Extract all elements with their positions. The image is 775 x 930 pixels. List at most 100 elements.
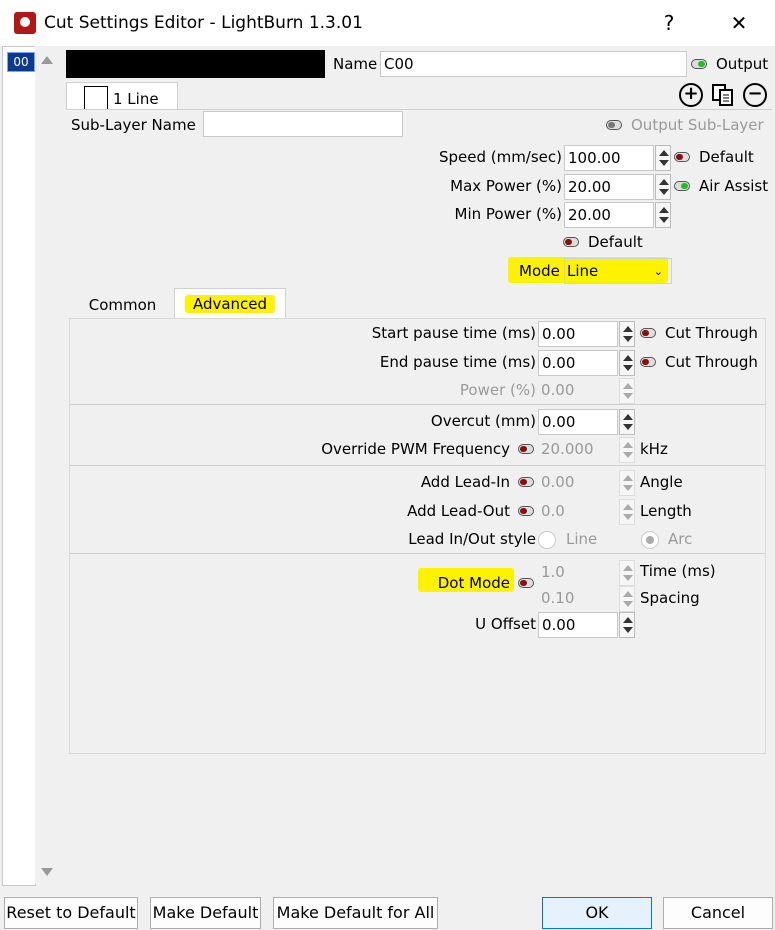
tab-advanced-label: Advanced — [184, 295, 276, 313]
pwm-stepper[interactable] — [619, 437, 635, 463]
speed-label: Speed (mm/sec) — [438, 148, 562, 166]
name-label: Name — [333, 55, 378, 73]
lead-style-arc-label: Arc — [668, 530, 693, 548]
copy-sublayer-icon[interactable] — [711, 83, 735, 107]
lead-out-input[interactable]: 0.0 — [538, 499, 618, 525]
chevron-down-icon: ⌄ — [653, 265, 663, 278]
sublayer-name-label: Sub-Layer Name — [71, 116, 196, 134]
lightburn-logo-icon — [14, 12, 36, 34]
start-pause-label: Start pause time (ms) — [371, 324, 536, 342]
lead-in-stepper[interactable] — [619, 470, 635, 496]
dot-spacing-stepper[interactable] — [619, 586, 635, 612]
layer-tag[interactable]: 00 — [7, 52, 35, 72]
dot-time-unit: Time (ms) — [640, 562, 716, 580]
reset-to-default-button[interactable]: Reset to Default — [4, 897, 138, 929]
ok-button[interactable]: OK — [542, 897, 652, 929]
end-cut-through-label: Cut Through — [665, 353, 758, 371]
overcut-stepper[interactable] — [619, 409, 635, 435]
mode-value: Line — [567, 262, 599, 280]
air-assist-label: Air Assist — [699, 177, 769, 195]
lead-style-arc-radio[interactable] — [641, 531, 659, 549]
overcut-input[interactable]: 0.00 — [538, 409, 618, 435]
lead-out-label: Add Lead-Out — [407, 502, 510, 520]
scroll-up-icon[interactable] — [41, 56, 53, 64]
end-pause-stepper[interactable] — [619, 350, 635, 376]
lead-in-label: Add Lead-In — [420, 473, 510, 491]
lead-out-toggle[interactable] — [518, 506, 534, 516]
mode-label: Mode — [519, 262, 560, 280]
make-default-button[interactable]: Make Default — [150, 897, 261, 929]
dot-mode-label: Dot Mode — [437, 574, 510, 592]
power-label: Power (%) — [459, 381, 536, 399]
lead-in-unit: Angle — [640, 473, 683, 491]
divider — [70, 465, 765, 466]
dot-time-input[interactable]: 1.0 — [538, 560, 618, 586]
start-pause-stepper[interactable] — [619, 321, 635, 347]
min-power-input[interactable]: 20.00 — [564, 202, 654, 228]
start-pause-input[interactable]: 0.00 — [538, 321, 618, 347]
help-button[interactable]: ? — [651, 8, 687, 38]
speed-stepper[interactable] — [655, 145, 671, 171]
end-cut-through-toggle[interactable] — [640, 357, 656, 367]
lead-in-toggle[interactable] — [518, 477, 534, 487]
pwm-toggle[interactable] — [518, 444, 534, 454]
max-power-label: Max Power (%) — [450, 177, 562, 195]
lead-out-stepper[interactable] — [619, 499, 635, 525]
make-default-for-all-button[interactable]: Make Default for All — [273, 897, 438, 929]
power-input[interactable]: 0.00 — [538, 378, 618, 404]
layer-list[interactable] — [2, 46, 36, 886]
output-sublayer-toggle[interactable] — [606, 120, 622, 130]
speed-default-label: Default — [699, 148, 754, 166]
overcut-label: Overcut (mm) — [430, 412, 536, 430]
air-assist-toggle[interactable] — [674, 181, 690, 191]
divider — [70, 404, 765, 405]
default-label: Default — [588, 233, 643, 251]
pwm-unit: kHz — [640, 440, 668, 458]
default-toggle[interactable] — [563, 237, 579, 247]
dot-spacing-input[interactable]: 0.10 — [538, 586, 618, 612]
mode-select[interactable]: Line ⌄ — [564, 258, 672, 284]
tab-common[interactable]: Common — [71, 290, 174, 320]
sublayer-checkbox[interactable] — [84, 86, 108, 110]
cancel-button[interactable]: Cancel — [663, 897, 773, 929]
speed-default-toggle[interactable] — [674, 152, 690, 162]
pwm-label: Override PWM Frequency — [321, 440, 510, 458]
output-label: Output — [716, 55, 769, 73]
u-offset-stepper[interactable] — [619, 612, 635, 638]
power-stepper[interactable] — [619, 378, 635, 404]
lead-style-line-radio[interactable] — [538, 531, 556, 549]
u-offset-input[interactable]: 0.00 — [538, 612, 618, 638]
start-cut-through-label: Cut Through — [665, 324, 758, 342]
divider — [70, 553, 765, 554]
dot-mode-toggle[interactable] — [518, 578, 534, 588]
divider — [66, 109, 772, 110]
lead-in-input[interactable]: 0.00 — [538, 470, 618, 496]
end-pause-label: End pause time (ms) — [379, 353, 536, 371]
lead-style-line-label: Line — [566, 530, 598, 548]
scroll-down-icon[interactable] — [41, 868, 53, 876]
lead-out-unit: Length — [640, 502, 692, 520]
remove-sublayer-icon[interactable]: − — [743, 83, 767, 107]
min-power-label: Min Power (%) — [454, 205, 562, 223]
close-button[interactable]: ✕ — [721, 8, 757, 38]
u-offset-label: U Offset — [475, 615, 536, 633]
tab-advanced[interactable]: Advanced — [174, 288, 286, 318]
start-cut-through-toggle[interactable] — [640, 328, 656, 338]
end-pause-input[interactable]: 0.00 — [538, 350, 618, 376]
speed-input[interactable]: 100.00 — [564, 145, 654, 171]
output-sublayer-label: Output Sub-Layer — [631, 116, 764, 134]
dot-time-stepper[interactable] — [619, 560, 635, 586]
dot-spacing-unit: Spacing — [640, 589, 700, 607]
layer-color-bar[interactable] — [66, 50, 325, 78]
min-power-stepper[interactable] — [655, 202, 671, 228]
max-power-stepper[interactable] — [655, 174, 671, 200]
sublayer-name-input[interactable] — [203, 111, 403, 137]
window-title: Cut Settings Editor - LightBurn 1.3.01 — [44, 13, 363, 33]
max-power-input[interactable]: 20.00 — [564, 174, 654, 200]
output-toggle[interactable] — [691, 59, 707, 69]
lead-style-label: Lead In/Out style — [408, 530, 536, 548]
layer-list-scrollbar[interactable] — [35, 46, 59, 884]
add-sublayer-icon[interactable]: + — [679, 83, 703, 107]
name-input[interactable]: C00 — [380, 51, 687, 77]
pwm-input[interactable]: 20.000 — [538, 437, 618, 463]
